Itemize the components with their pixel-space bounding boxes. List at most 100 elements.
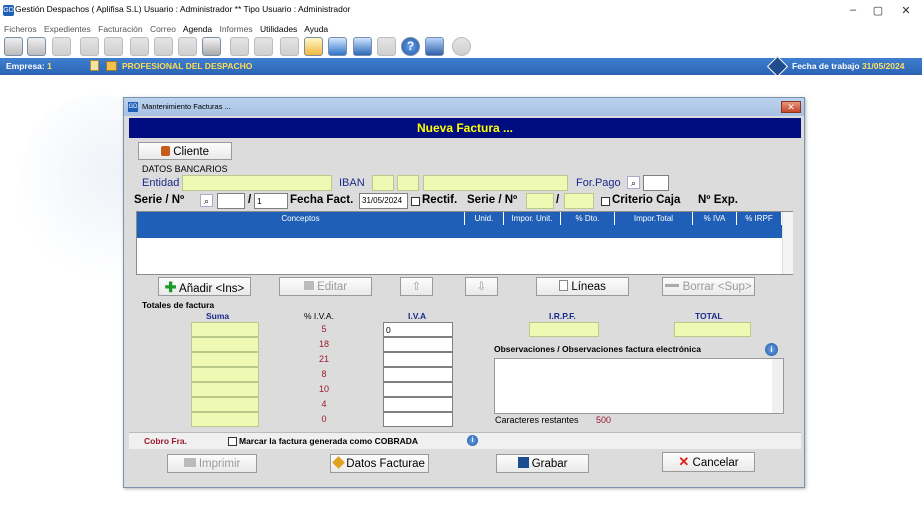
iva-field-5[interactable] xyxy=(383,382,453,397)
disabled-tool-icon[interactable] xyxy=(130,37,149,56)
suma-field-4[interactable] xyxy=(191,367,259,382)
col-impor-total[interactable]: Impor.Total xyxy=(615,212,693,225)
irpf-field[interactable] xyxy=(529,322,599,337)
close-window-button[interactable]: ✕ xyxy=(896,4,916,17)
rectif-checkbox[interactable] xyxy=(411,197,420,206)
total-field[interactable] xyxy=(674,322,751,337)
iban-account-field[interactable] xyxy=(423,175,568,191)
menu-informes[interactable]: Informes xyxy=(220,24,253,34)
iva-field-1[interactable]: 0 xyxy=(383,322,453,337)
entidad-field[interactable] xyxy=(182,175,332,191)
info-icon[interactable]: i xyxy=(467,435,478,446)
toolbar: ? xyxy=(0,35,922,58)
anadir-button[interactable]: ✚ Añadir <Ins> xyxy=(158,277,251,296)
iban-check-field[interactable] xyxy=(397,175,419,191)
for-pago-field[interactable] xyxy=(643,175,669,191)
disabled-tool-icon[interactable] xyxy=(80,37,99,56)
suma-field-5[interactable] xyxy=(191,382,259,397)
criterio-caja-checkbox[interactable] xyxy=(601,197,610,206)
menu-ficheros[interactable]: Ficheros xyxy=(4,24,37,34)
search-icon[interactable]: ⌕ xyxy=(200,194,213,207)
documents-tool-icon[interactable] xyxy=(27,37,46,56)
folder-icon[interactable] xyxy=(106,61,117,71)
marcar-cobrada-checkbox[interactable] xyxy=(228,437,237,446)
iva-rate-3: 21 xyxy=(318,354,329,364)
printer-icon[interactable] xyxy=(377,37,396,56)
menu-expedientes[interactable]: Expedientes xyxy=(44,24,91,34)
col-unid[interactable]: Unid. xyxy=(465,212,504,225)
col-conceptos[interactable]: Conceptos xyxy=(137,212,465,225)
iva-field-6[interactable] xyxy=(383,397,453,412)
menu-utilidades[interactable]: Utilidades xyxy=(260,24,297,34)
maximize-button[interactable]: ▢ xyxy=(868,4,888,17)
observaciones-scrollbar[interactable] xyxy=(772,359,783,413)
report-icon[interactable] xyxy=(304,37,323,56)
dialog-app-icon: GD xyxy=(128,102,138,112)
suma-field-1[interactable] xyxy=(191,322,259,337)
table-row[interactable] xyxy=(137,225,782,238)
minimize-button[interactable]: – xyxy=(843,4,863,16)
iva-field-4[interactable] xyxy=(383,367,453,382)
menu-ayuda[interactable]: Ayuda xyxy=(304,24,328,34)
suma-field-3[interactable] xyxy=(191,352,259,367)
book-icon[interactable] xyxy=(425,37,444,56)
col-iva[interactable]: % IVA xyxy=(693,212,737,225)
iva-field-7[interactable] xyxy=(383,412,453,427)
disabled-tool-icon[interactable] xyxy=(52,37,71,56)
col-irpf[interactable]: % IRPF xyxy=(737,212,782,225)
edit-icon xyxy=(303,281,314,290)
help-icon[interactable]: ? xyxy=(401,37,420,56)
document-icon xyxy=(559,280,569,291)
money-bag-icon[interactable] xyxy=(202,37,221,56)
move-up-button[interactable]: ⇧ xyxy=(400,277,433,296)
observaciones-textarea[interactable] xyxy=(494,358,784,414)
grabar-button[interactable]: Grabar xyxy=(496,454,589,473)
grid-scrollbar[interactable] xyxy=(782,212,793,274)
numero-field[interactable]: 1 xyxy=(254,193,288,209)
menu-agenda[interactable]: Agenda xyxy=(183,24,212,34)
iva-field-2[interactable] xyxy=(383,337,453,352)
lineas-button[interactable]: Líneas xyxy=(536,277,629,296)
conceptos-grid[interactable]: Conceptos Unid. Impor. Unit. % Dto. Impo… xyxy=(136,211,793,275)
anadir-label: Añadir <Ins> xyxy=(179,283,245,295)
disabled-tool-icon[interactable] xyxy=(178,37,197,56)
exit-icon[interactable] xyxy=(452,37,471,56)
cliente-button-label: Cliente xyxy=(173,146,209,158)
col-dto[interactable]: % Dto. xyxy=(561,212,615,225)
borrar-button[interactable]: Borrar <Sup> xyxy=(662,277,755,296)
iva-field-3[interactable] xyxy=(383,352,453,367)
imprimir-button[interactable]: Imprimir xyxy=(167,454,257,473)
fecha-fact-field[interactable]: 31/05/2024 xyxy=(359,193,408,209)
serie-rectif-field[interactable] xyxy=(526,193,554,209)
suma-field-2[interactable] xyxy=(191,337,259,352)
mail-icon[interactable] xyxy=(254,37,273,56)
calculator-icon[interactable] xyxy=(353,37,372,56)
editar-button[interactable]: Editar xyxy=(279,277,372,296)
menu-facturacion[interactable]: Facturación xyxy=(98,24,142,34)
dialog-close-button[interactable]: ✕ xyxy=(781,101,801,113)
menu-correo[interactable]: Correo xyxy=(150,24,176,34)
datos-facturae-button[interactable]: Datos Facturae xyxy=(330,454,429,473)
cancelar-button[interactable]: ✕ Cancelar xyxy=(662,452,755,472)
title-bar: GD Gestión Despachos ( Aplifisa S.L) Usu… xyxy=(0,0,922,22)
info-icon[interactable]: i xyxy=(765,343,778,356)
iban-country-field[interactable] xyxy=(372,175,394,191)
numero-rectif-field[interactable] xyxy=(564,193,594,209)
disabled-tool-icon[interactable] xyxy=(104,37,123,56)
note-icon[interactable] xyxy=(90,60,99,71)
serie-field[interactable] xyxy=(217,193,245,209)
suma-field-7[interactable] xyxy=(191,412,259,427)
disabled-tool-icon[interactable] xyxy=(154,37,173,56)
col-impor-unit[interactable]: Impor. Unit. xyxy=(504,212,561,225)
suma-field-6[interactable] xyxy=(191,397,259,412)
observaciones-label: Observaciones / Observaciones factura el… xyxy=(494,344,701,354)
globe-icon[interactable] xyxy=(328,37,347,56)
expedientes-tool-icon[interactable] xyxy=(4,37,23,56)
totales-label: Totales de factura xyxy=(142,300,215,310)
move-down-button[interactable]: ⇩ xyxy=(465,277,498,296)
mail-icon[interactable] xyxy=(230,37,249,56)
fecha-fact-label: Fecha Fact. xyxy=(290,194,354,206)
search-icon[interactable]: ⌕ xyxy=(627,176,640,189)
cliente-button[interactable]: Cliente xyxy=(138,142,232,160)
list-icon[interactable] xyxy=(280,37,299,56)
